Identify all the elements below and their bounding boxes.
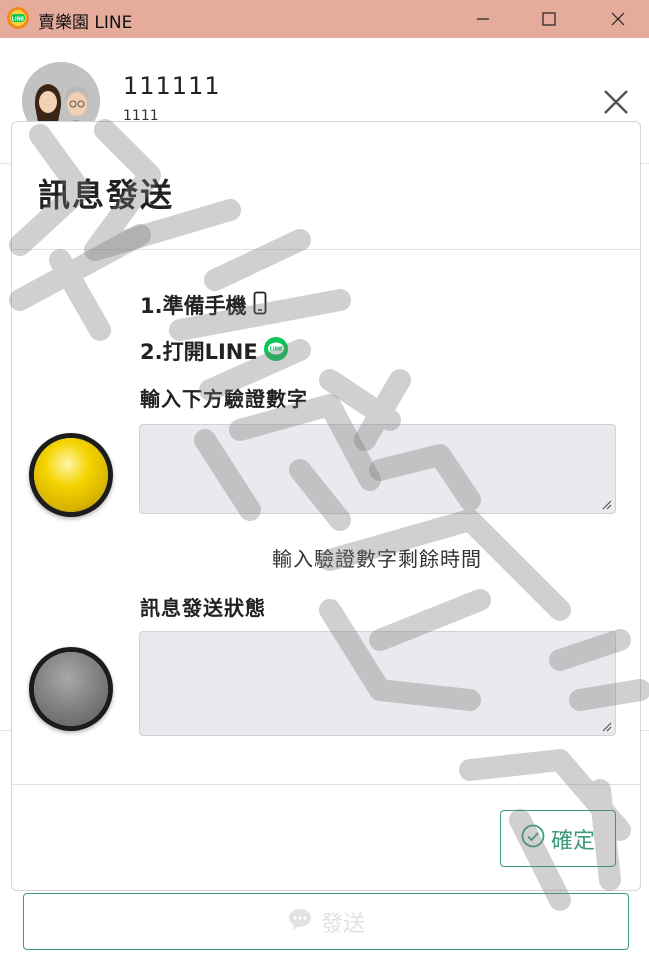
step-label: 2.打開LINE — [140, 340, 258, 364]
remaining-time-label: 輸入驗證數字剩餘時間 — [272, 547, 482, 571]
step-label: 1.準備手機 — [140, 294, 247, 318]
verify-code-textarea[interactable] — [139, 424, 616, 514]
maximize-button[interactable] — [514, 0, 584, 38]
minimize-button[interactable] — [448, 0, 518, 38]
window-title: 賣樂園 LINE — [38, 13, 133, 33]
dialog-title: 訊息發送 — [38, 176, 175, 214]
line-badge-icon: LINE — [6, 6, 30, 30]
send-message-dialog: 訊息發送 1.準備手機 2.打開LINE LINE 輸入下方驗證數字 輸入驗證數… — [11, 121, 641, 891]
send-button[interactable]: 發送 — [23, 893, 629, 950]
resize-handle-icon[interactable] — [600, 720, 612, 732]
step-open-line: 2.打開LINE LINE — [140, 336, 288, 366]
chat-bubble-icon — [287, 907, 313, 937]
verify-code-label: 輸入下方驗證數字 — [140, 387, 308, 411]
confirm-label: 確定 — [550, 828, 595, 854]
svg-text:LINE: LINE — [12, 17, 25, 23]
svg-text:LINE: LINE — [269, 346, 282, 352]
profile-name: 111111 — [123, 72, 221, 100]
send-label: 發送 — [320, 911, 365, 937]
close-icon[interactable] — [600, 86, 632, 118]
divider — [12, 249, 640, 250]
divider — [12, 784, 640, 785]
resize-handle-icon[interactable] — [600, 498, 612, 510]
phone-icon — [253, 291, 267, 320]
line-logo-icon: LINE — [263, 336, 288, 366]
check-circle-icon — [521, 824, 545, 854]
send-status-label: 訊息發送狀態 — [140, 596, 266, 620]
send-status-light — [34, 652, 108, 726]
title-bar: LINE 賣樂園 LINE — [0, 0, 649, 38]
verify-status-light — [34, 438, 108, 512]
step-prepare-phone: 1.準備手機 — [140, 290, 267, 320]
close-window-button[interactable] — [583, 0, 649, 38]
confirm-button[interactable]: 確定 — [500, 810, 616, 867]
send-status-textarea[interactable] — [139, 631, 616, 736]
